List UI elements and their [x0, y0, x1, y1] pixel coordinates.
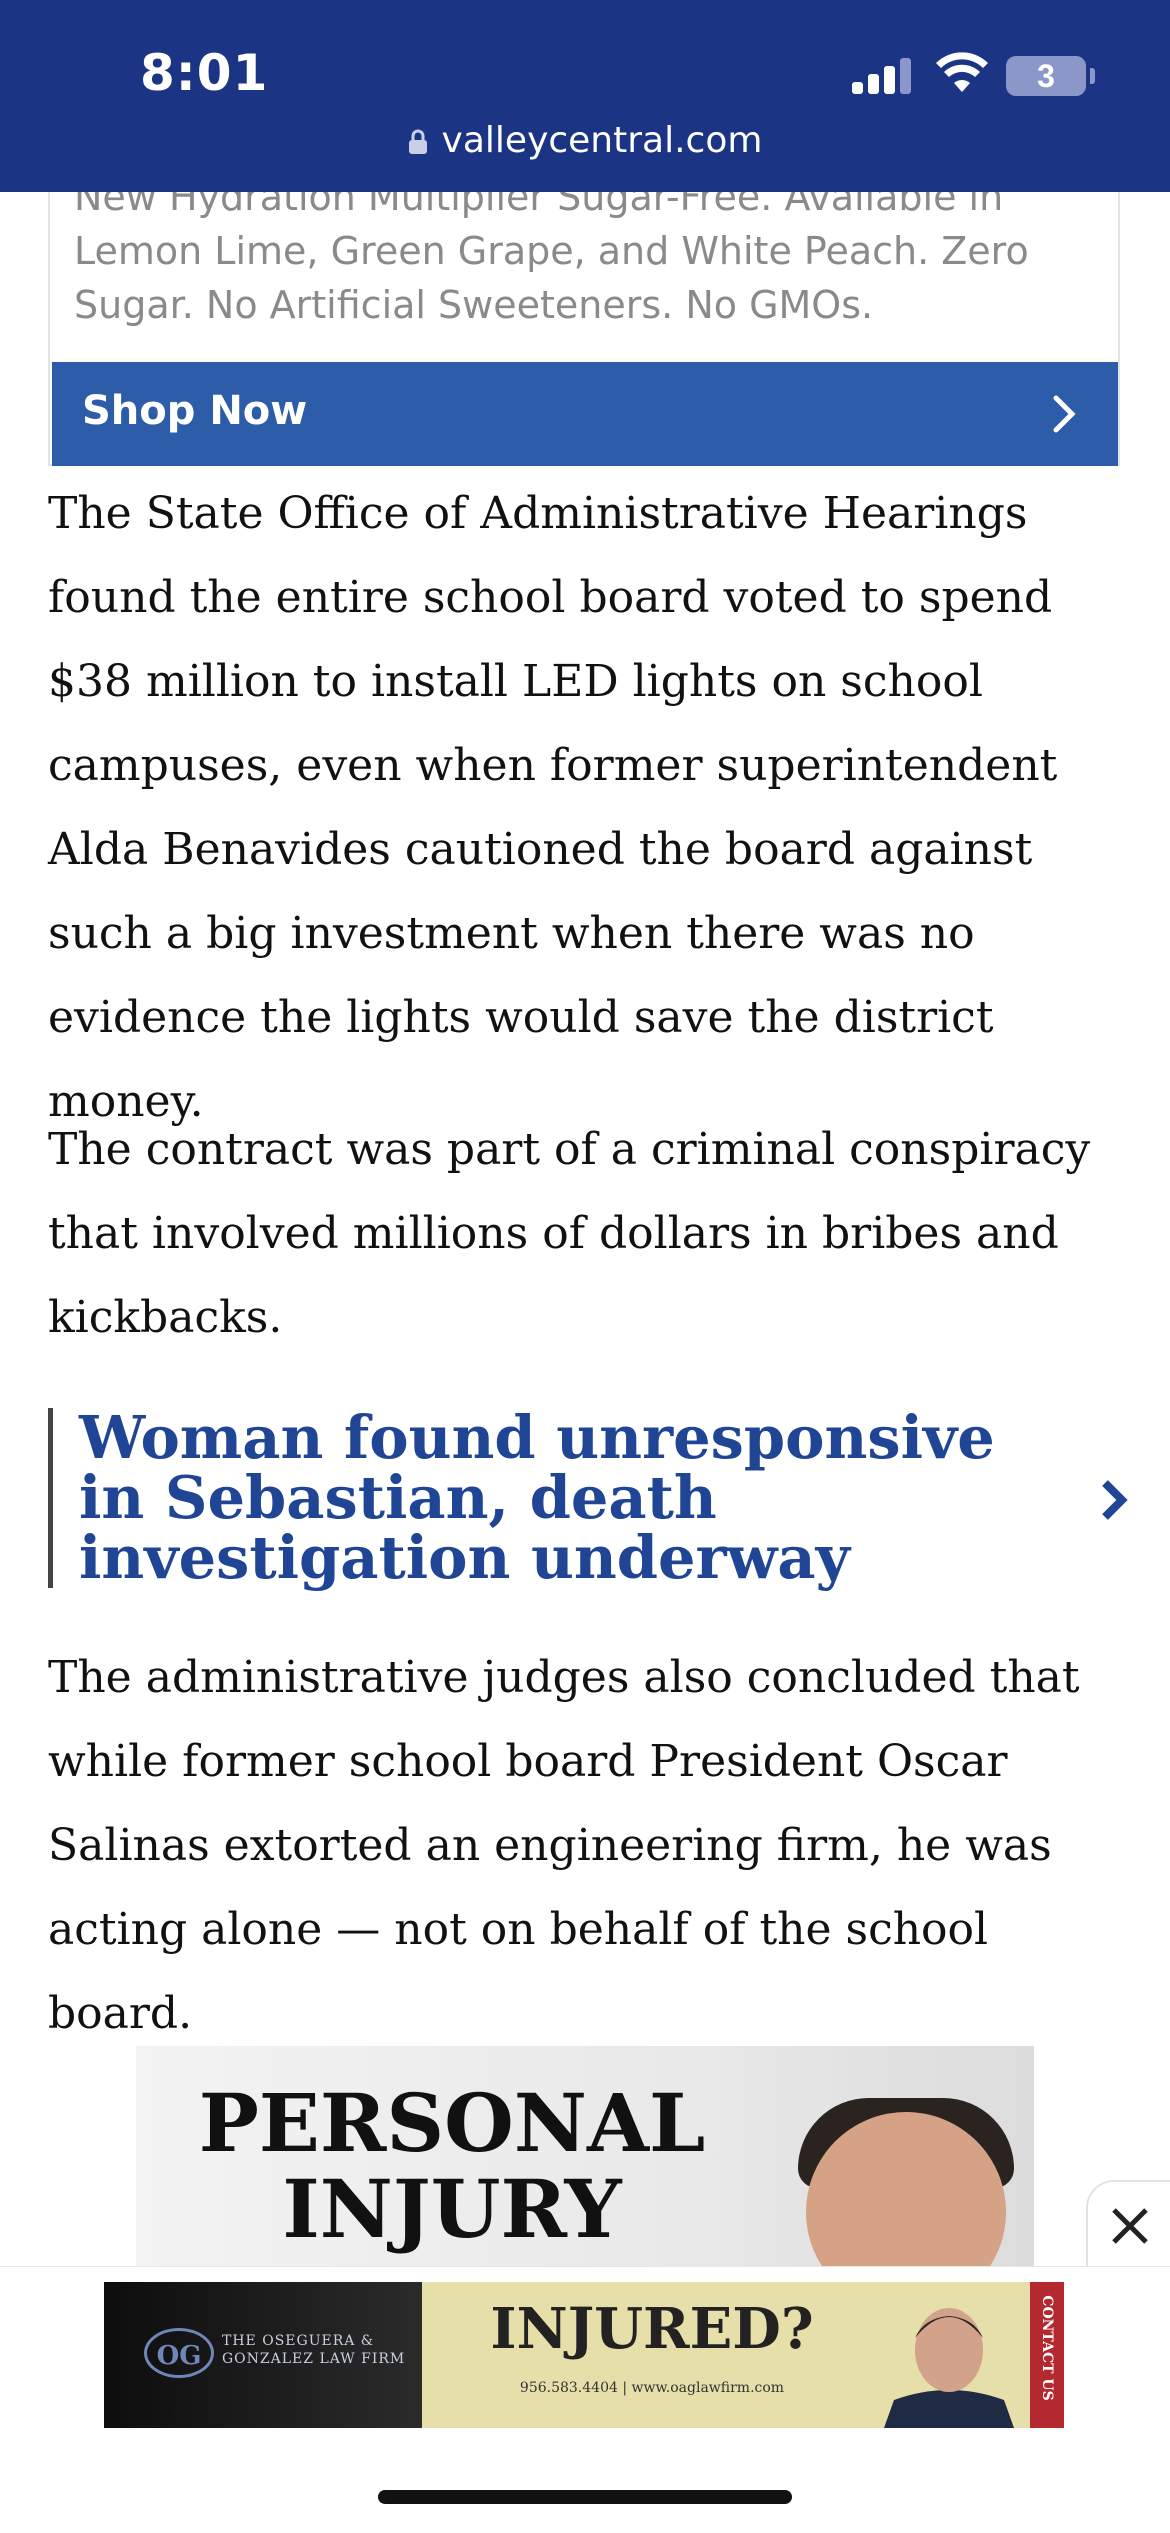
home-indicator[interactable] — [378, 2490, 792, 2504]
chevron-right-icon — [1053, 395, 1076, 433]
personal-injury-ad[interactable]: PERSONAL INJURY — [136, 2046, 1034, 2266]
battery-icon: 3 — [1006, 56, 1086, 96]
banner-headline: INJURED? — [490, 2296, 814, 2362]
close-ad-button[interactable] — [1086, 2180, 1170, 2266]
contact-us-label: CONTACT US — [1039, 2295, 1055, 2401]
logo-mark: OG — [144, 2328, 214, 2378]
attorney-photo — [884, 2308, 1014, 2428]
law-firm-logo: OG THE OSEGUERA & GONZALEZ LAW FIRM — [104, 2282, 422, 2428]
article-paragraph: The State Office of Administrative Heari… — [48, 488, 1058, 1127]
browser-header: 8:01 3 valleycentral.com — [0, 0, 1170, 192]
status-time: 8:01 — [140, 44, 269, 102]
contact-us-tab[interactable]: CONTACT US — [1030, 2282, 1064, 2428]
shop-now-button[interactable]: Shop Now — [52, 362, 1118, 466]
related-article-link[interactable]: Woman found unresponsive in Sebastian, d… — [48, 1408, 1128, 1588]
firm-name: THE OSEGUERA & GONZALEZ LAW FIRM — [222, 2333, 406, 2367]
lock-icon — [408, 129, 427, 154]
article-paragraph: The contract was part of a criminal cons… — [48, 1124, 1091, 1343]
url-text: valleycentral.com — [441, 120, 763, 161]
banner-contact: 956.583.4404 | www.oaglawfirm.com — [519, 2380, 785, 2396]
battery-nub — [1090, 68, 1095, 84]
law-firm-banner-ad[interactable]: OG THE OSEGUERA & GONZALEZ LAW FIRM INJU… — [104, 2282, 1064, 2428]
close-icon — [1112, 2208, 1148, 2244]
related-article-title: Woman found unresponsive in Sebastian, d… — [79, 1403, 995, 1592]
shop-now-label: Shop Now — [82, 388, 308, 434]
ad-headline: PERSONAL INJURY — [198, 2076, 706, 2256]
address-bar[interactable]: valleycentral.com — [0, 120, 1170, 161]
article-paragraph: The administrative judges also concluded… — [48, 1652, 1080, 2039]
ad-description: New Hydration Multiplier Sugar-Free. Ava… — [74, 175, 1029, 327]
wifi-icon — [936, 52, 988, 92]
cellular-signal-icon — [852, 58, 914, 94]
chevron-right-icon — [1102, 1480, 1128, 1520]
